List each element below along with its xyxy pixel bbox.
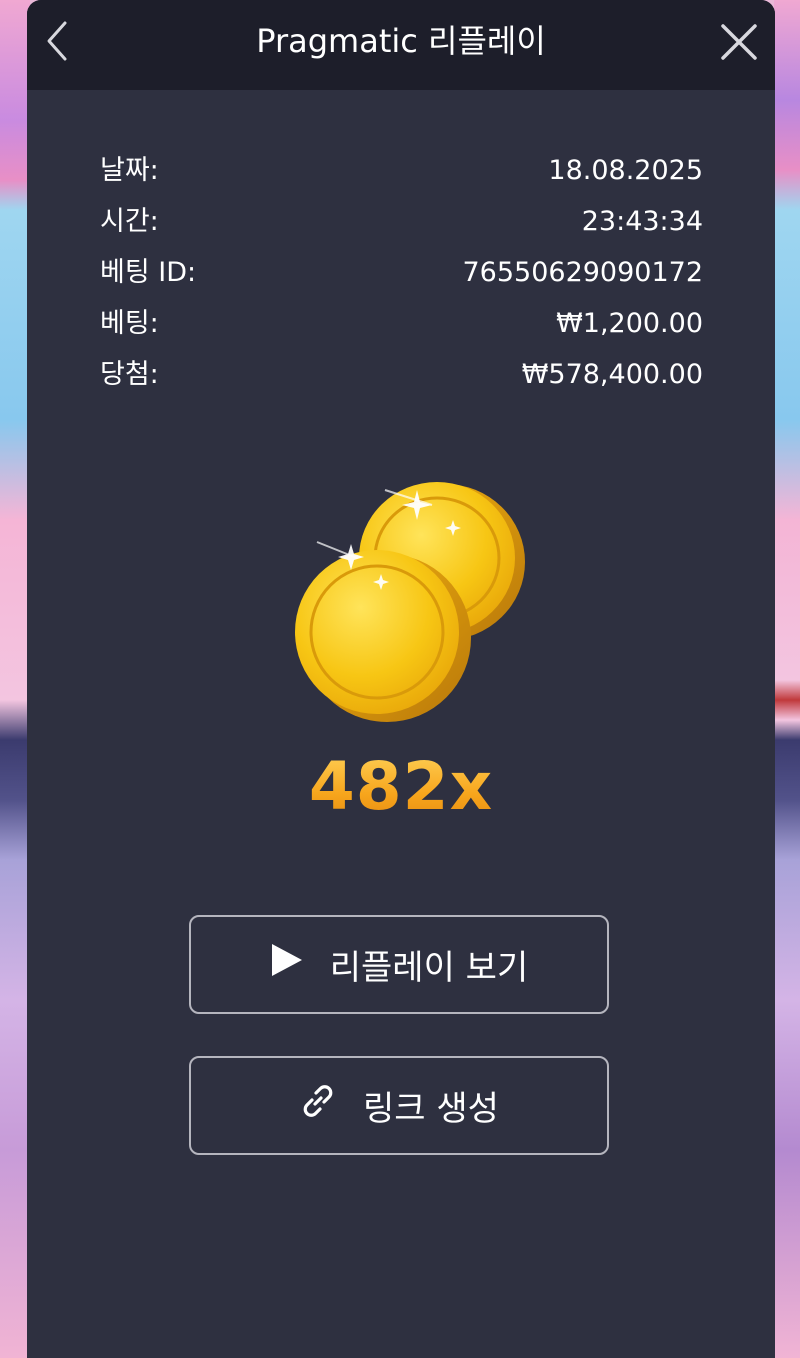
time-value: 23:43:34 [581, 206, 703, 237]
link-icon [299, 1082, 337, 1129]
bet-info: 날짜: 18.08.2025 시간: 23:43:34 베팅 ID: 76550… [100, 145, 703, 400]
modal-header: Pragmatic 리플레이 [27, 0, 775, 90]
win-row: 당첨: ₩578,400.00 [100, 349, 703, 400]
replay-modal: Pragmatic 리플레이 날짜: 18.08.2025 시간: 23:43:… [27, 0, 775, 1358]
close-button[interactable] [717, 20, 761, 64]
time-label: 시간: [100, 206, 159, 237]
date-value: 18.08.2025 [548, 155, 703, 186]
date-row: 날짜: 18.08.2025 [100, 145, 703, 196]
close-icon [721, 24, 757, 60]
create-link-button[interactable]: 링크 생성 [189, 1056, 609, 1155]
bet-row: 베팅: ₩1,200.00 [100, 298, 703, 349]
game-background-right [774, 0, 800, 1358]
bet-id-row: 베팅 ID: 76550629090172 [100, 247, 703, 298]
time-row: 시간: 23:43:34 [100, 196, 703, 247]
win-label: 당첨: [100, 359, 159, 390]
bet-id-value: 76550629090172 [462, 257, 704, 288]
bet-id-label: 베팅 ID: [100, 257, 197, 288]
win-multiplier: 482x [27, 748, 775, 825]
watch-replay-button[interactable]: 리플레이 보기 [189, 915, 609, 1014]
watch-replay-label: 리플레이 보기 [329, 948, 529, 988]
bet-value: ₩1,200.00 [556, 308, 703, 339]
bet-label: 베팅: [100, 308, 159, 339]
play-icon [270, 942, 304, 987]
coins-icon [267, 462, 537, 732]
create-link-label: 링크 생성 [363, 1089, 499, 1129]
date-label: 날짜: [100, 155, 159, 186]
game-background-left [0, 0, 30, 1358]
modal-title: Pragmatic 리플레이 [256, 22, 546, 60]
win-value: ₩578,400.00 [521, 359, 703, 390]
